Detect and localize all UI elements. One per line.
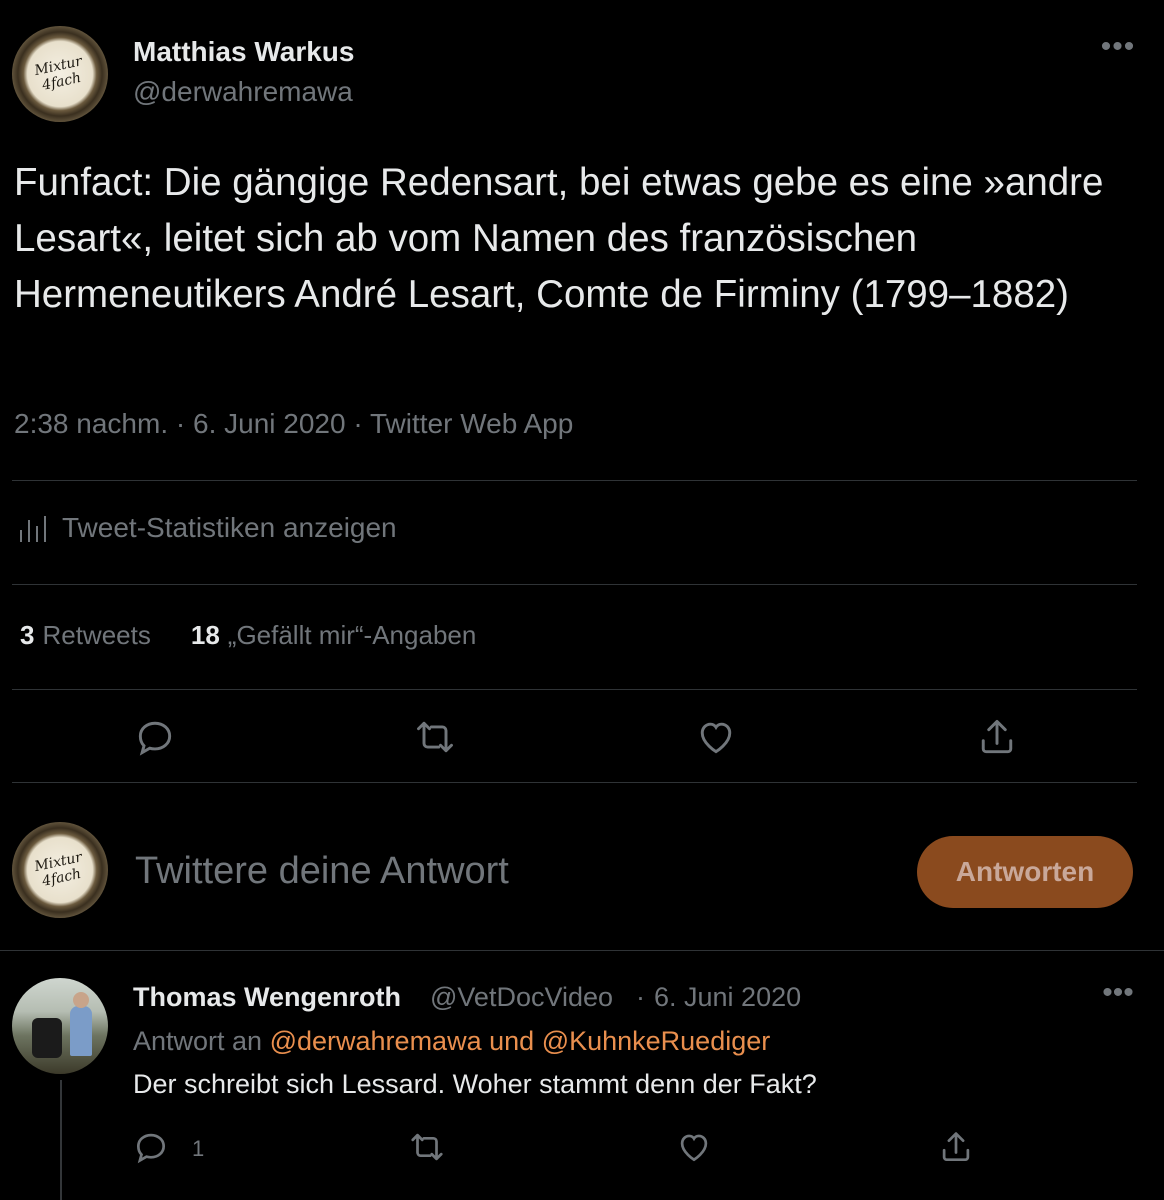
tweet-detail-page: Mixtur 4fach Matthias Warkus @derwahrema…	[0, 0, 1164, 1200]
composer-avatar: Mixtur 4fach	[12, 822, 108, 918]
reply-submit-button[interactable]: Antworten	[917, 836, 1133, 908]
more-horizontal-icon[interactable]: •••	[1098, 978, 1138, 1014]
author-name[interactable]: Matthias Warkus	[133, 36, 354, 68]
tweet-source: Twitter Web App	[369, 408, 574, 439]
tweet-meta: 2:38 nachm. · 6. Juni 2020 · Twitter Web…	[14, 408, 574, 439]
divider	[12, 782, 1137, 783]
stats-label: Tweet-Statistiken anzeigen	[62, 512, 397, 543]
tweet-text: Funfact: Die gängige Redensart, bei etwa…	[14, 161, 1104, 316]
divider	[12, 480, 1137, 481]
likes-count-link[interactable]: 18 „Gefällt mir“-Angaben	[191, 620, 476, 651]
tweet-action-bar	[0, 715, 1164, 765]
reply-input[interactable]: Twittere deine Antwort	[135, 850, 509, 893]
reply-author-handle[interactable]: @VetDocVideo	[430, 982, 613, 1013]
tweet-time[interactable]: 2:38 nachm.	[14, 408, 168, 439]
divider	[12, 689, 1137, 690]
reply-action-bar	[0, 1128, 1164, 1172]
share-icon[interactable]	[975, 715, 1019, 759]
reply-text: Der schreibt sich Lessard. Woher stammt …	[133, 1069, 817, 1099]
avatar-label: Mixtur 4fach	[33, 53, 84, 94]
mention-link[interactable]: @derwahremawa	[270, 1026, 482, 1056]
author-handle[interactable]: @derwahremawa	[133, 76, 353, 108]
reply-to-line: Antwort an @derwahremawa und @KuhnkeRued…	[133, 1026, 771, 1056]
retweet-icon[interactable]	[413, 715, 457, 759]
tweet-date[interactable]: 6. Juni 2020	[193, 408, 346, 439]
engagement-counts: 3 Retweets 18 „Gefällt mir“-Angaben	[20, 620, 476, 651]
reply-author-avatar[interactable]	[12, 978, 108, 1074]
retweet-icon[interactable]	[408, 1128, 446, 1166]
reply-author-name[interactable]: Thomas Wengenroth	[133, 982, 401, 1013]
like-heart-icon[interactable]	[694, 715, 738, 759]
author-avatar[interactable]: Mixtur 4fach	[12, 26, 108, 122]
reply-count: 1	[192, 1136, 205, 1161]
divider	[0, 950, 1164, 951]
like-heart-icon[interactable]	[675, 1128, 713, 1166]
divider	[12, 584, 1137, 585]
reply-icon[interactable]	[132, 1128, 170, 1166]
avatar-label: Mixtur 4fach	[33, 849, 84, 890]
share-icon[interactable]	[937, 1128, 975, 1166]
reply-icon[interactable]	[133, 715, 177, 759]
tweet-stats-link[interactable]: Tweet-Statistiken anzeigen	[20, 512, 397, 544]
reply-date[interactable]: 6. Juni 2020	[654, 982, 801, 1013]
retweets-count-link[interactable]: 3 Retweets	[20, 620, 151, 651]
bar-chart-icon	[20, 514, 46, 542]
separator: ·	[636, 982, 645, 1012]
mention-link[interactable]: @KuhnkeRuediger	[542, 1026, 771, 1056]
more-horizontal-icon[interactable]: •••	[1098, 32, 1138, 68]
